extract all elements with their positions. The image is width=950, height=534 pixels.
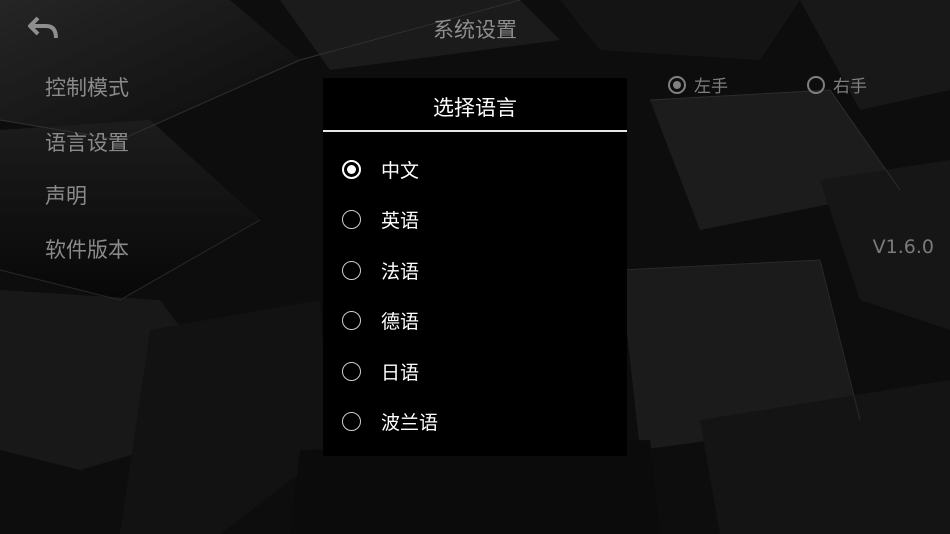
language-label: 法语 bbox=[381, 260, 420, 283]
language-label: 日语 bbox=[381, 361, 420, 384]
language-label: 波兰语 bbox=[381, 411, 439, 434]
menu-item-language[interactable]: 语言设置 bbox=[45, 127, 129, 157]
radio-german[interactable] bbox=[342, 310, 361, 330]
radio-japanese[interactable] bbox=[342, 361, 361, 381]
language-label: 中文 bbox=[381, 159, 420, 182]
radio-french[interactable] bbox=[342, 260, 361, 280]
language-option-french[interactable]: 法语 bbox=[323, 247, 627, 293]
dialog-title: 选择语言 bbox=[323, 78, 627, 132]
right-hand-label: 右手 bbox=[833, 77, 867, 97]
right-hand-option[interactable]: 右手 bbox=[807, 72, 867, 97]
language-select-dialog: 选择语言 中文 英语 法语 德语 日语 波兰语 bbox=[323, 78, 627, 456]
menu-item-statement[interactable]: 声明 bbox=[45, 180, 87, 210]
language-option-japanese[interactable]: 日语 bbox=[323, 348, 627, 394]
left-hand-option[interactable]: 左手 bbox=[668, 72, 728, 97]
software-version-value: V1.6.0 bbox=[872, 236, 934, 258]
menu-item-control-mode[interactable]: 控制模式 bbox=[45, 72, 129, 102]
language-option-german[interactable]: 德语 bbox=[323, 297, 627, 343]
language-label: 英语 bbox=[381, 209, 420, 232]
radio-chinese[interactable] bbox=[342, 159, 361, 179]
language-option-chinese[interactable]: 中文 bbox=[323, 146, 627, 192]
language-option-english[interactable]: 英语 bbox=[323, 196, 627, 242]
language-option-polish[interactable]: 波兰语 bbox=[323, 398, 627, 444]
left-hand-label: 左手 bbox=[694, 77, 728, 97]
language-label: 德语 bbox=[381, 310, 420, 333]
page-title: 系统设置 bbox=[433, 18, 517, 42]
menu-item-software-version[interactable]: 软件版本 bbox=[45, 234, 129, 264]
right-hand-radio[interactable] bbox=[807, 75, 825, 94]
radio-english[interactable] bbox=[342, 209, 361, 229]
radio-polish[interactable] bbox=[342, 411, 361, 431]
left-hand-radio[interactable] bbox=[668, 75, 686, 94]
